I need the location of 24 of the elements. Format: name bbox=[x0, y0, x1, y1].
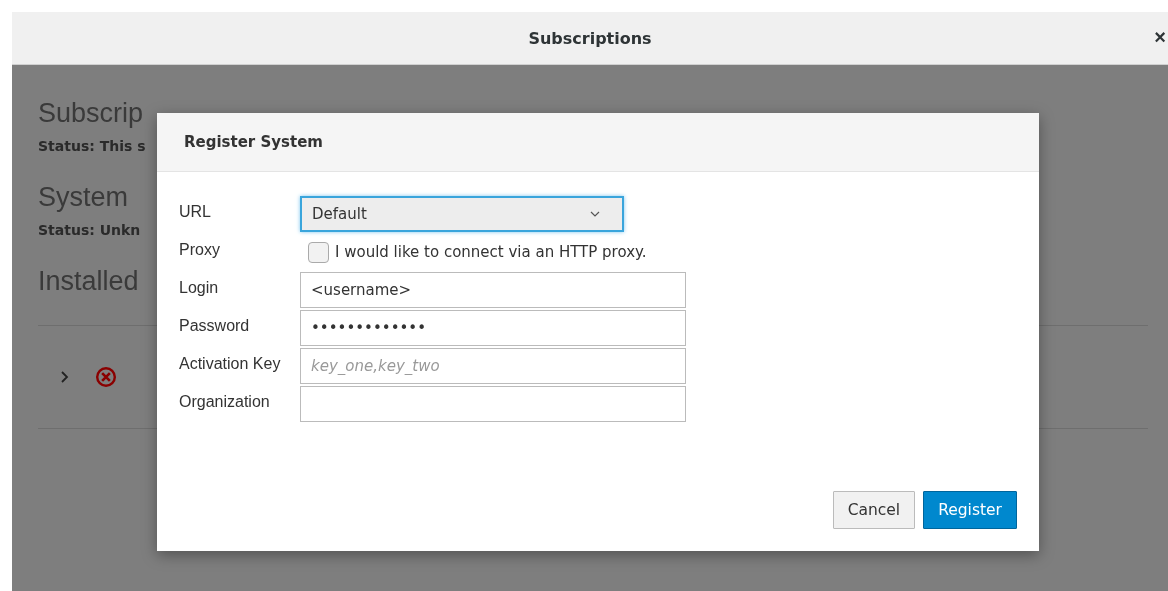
field-label: Login bbox=[179, 278, 220, 298]
password-field[interactable]: ••••••••••••• bbox=[300, 310, 686, 346]
section-heading: Installed bbox=[38, 265, 139, 298]
input-field[interactable]: key_one,key_two bbox=[300, 348, 686, 384]
field-label: Proxy bbox=[179, 240, 221, 260]
section-heading: System bbox=[38, 181, 129, 214]
page-heading: Subscrip bbox=[38, 97, 144, 130]
status-text: Status: This s bbox=[38, 137, 146, 155]
status-text: Status: Unkn bbox=[38, 221, 141, 239]
checkbox-label: I would like to connect via an HTTP proxy. bbox=[335, 243, 647, 261]
input-field[interactable]: <username> bbox=[300, 272, 686, 308]
field-label: Password bbox=[179, 316, 251, 336]
field-label: URL bbox=[179, 202, 212, 222]
chevron-icon[interactable] bbox=[60, 370, 70, 384]
url-dropdown[interactable]: Default bbox=[300, 196, 624, 232]
field-label: Organization bbox=[179, 392, 271, 412]
cancel-button[interactable]: Cancel bbox=[832, 491, 916, 529]
checkbox[interactable] bbox=[308, 241, 329, 263]
dialog-title: Register System bbox=[184, 133, 323, 151]
caret-icon[interactable] bbox=[590, 211, 600, 217]
register-button[interactable]: Register bbox=[923, 491, 1017, 529]
window-title: Subscriptions bbox=[528, 28, 652, 48]
close-button[interactable]: × bbox=[1152, 26, 1168, 49]
field-label: Activation Key bbox=[179, 354, 282, 374]
